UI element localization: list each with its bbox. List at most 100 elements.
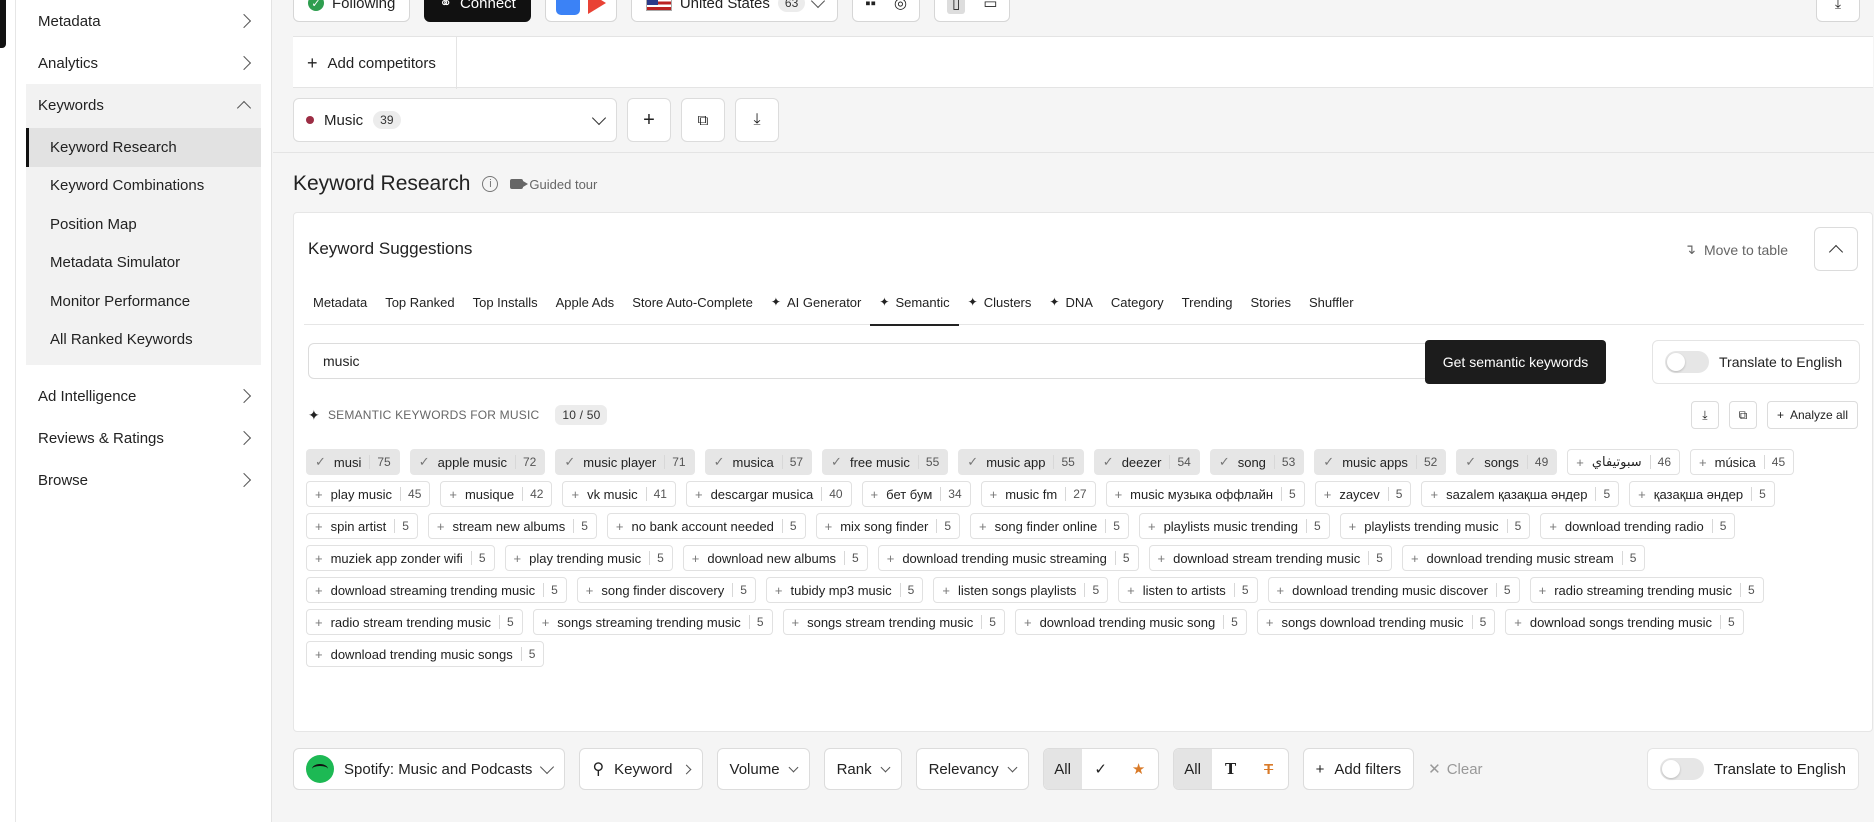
sidebar-group-ad-intelligence[interactable]: Ad Intelligence xyxy=(16,375,271,417)
following-button[interactable]: ✓ Following xyxy=(293,0,411,22)
keyword-chip[interactable]: + play music 45 xyxy=(306,481,431,507)
keyword-chip[interactable]: ✓ music app 55 xyxy=(958,449,1084,475)
search-input[interactable] xyxy=(308,343,1426,379)
sidebar-item-all-ranked-keywords[interactable]: All Ranked Keywords xyxy=(26,321,261,360)
tab-top-ranked[interactable]: Top Ranked xyxy=(376,279,463,325)
sidebar-item-keyword-combinations[interactable]: Keyword Combinations xyxy=(26,167,261,206)
info-icon[interactable]: i xyxy=(482,176,499,192)
store-toggle[interactable] xyxy=(544,0,617,22)
keyword-chip[interactable]: + songs stream trending music 5 xyxy=(782,609,1005,635)
sidebar-group-analytics[interactable]: Analytics xyxy=(16,42,271,84)
keyword-chip[interactable]: + muziek app zonder wifi 5 xyxy=(306,545,495,571)
view-toggle[interactable]: ▪▪ ◎ xyxy=(852,0,920,22)
copy-list-button[interactable]: ⧉ xyxy=(681,98,725,142)
keyword-chip[interactable]: + download trending radio 5 xyxy=(1540,513,1736,539)
get-semantic-keywords-button[interactable]: Get semantic keywords xyxy=(1425,340,1606,384)
tab-dna[interactable]: ✦ DNA xyxy=(1040,279,1102,325)
tab-ai-generator[interactable]: ✦ AI Generator xyxy=(762,279,871,325)
keyword-chip[interactable]: + spin artist 5 xyxy=(306,513,418,539)
keyword-chip[interactable]: ✓ deezer 54 xyxy=(1093,449,1200,475)
device-toggle[interactable]: ▯ ▭ xyxy=(933,0,1011,22)
translate-toggle-box-bottom[interactable]: Translate to English xyxy=(1646,748,1859,790)
keyword-chip[interactable]: ✓ apple music 72 xyxy=(409,449,546,475)
sidebar-item-keyword-research[interactable]: Keyword Research xyxy=(26,128,261,167)
keyword-filter[interactable]: ⚲ Keyword xyxy=(579,748,703,790)
all-status-option[interactable]: All xyxy=(1043,749,1082,789)
tab-top-installs[interactable]: Top Installs xyxy=(464,279,547,325)
download-top-button[interactable]: ⤓ xyxy=(1816,0,1860,22)
keyword-chip[interactable]: ✓ musi 75 xyxy=(306,449,400,475)
keyword-chip[interactable]: ✓ free music 55 xyxy=(822,449,949,475)
translate-toggle[interactable] xyxy=(1659,758,1704,780)
tab-shuffler[interactable]: Shuffler xyxy=(1300,279,1363,325)
copy-semantic-button[interactable]: ⧉ xyxy=(1728,401,1757,429)
keyword-chip[interactable]: ✓ song 53 xyxy=(1209,449,1305,475)
keyword-chip[interactable]: + stream new albums 5 xyxy=(427,513,597,539)
keyword-chip[interactable]: + zaycev 5 xyxy=(1314,481,1412,507)
download-list-button[interactable]: ⤓ xyxy=(735,98,779,142)
clear-button[interactable]: ✕ Clear xyxy=(1428,760,1482,779)
keyword-chip[interactable]: + musique 42 xyxy=(440,481,553,507)
keyword-chip[interactable]: + radio stream trending music 5 xyxy=(306,609,523,635)
tab-clusters[interactable]: ✦ Clusters xyxy=(959,279,1041,325)
keyword-chip[interactable]: + descargar musica 40 xyxy=(685,481,852,507)
tab-metadata[interactable]: Metadata xyxy=(304,279,376,325)
keyword-chip[interactable]: + music музыка оффлайн 5 xyxy=(1105,481,1305,507)
sidebar-group-reviews-ratings[interactable]: Reviews & Ratings xyxy=(16,417,271,459)
tab-store-auto-complete[interactable]: Store Auto-Complete xyxy=(623,279,762,325)
sidebar-group-browse[interactable]: Browse xyxy=(16,459,271,501)
keyword-chip[interactable]: + song finder discovery 5 xyxy=(576,577,756,603)
keyword-chip[interactable]: + download trending music discover 5 xyxy=(1267,577,1520,603)
keyword-chip[interactable]: + tubidy mp3 music 5 xyxy=(765,577,924,603)
keyword-chip[interactable]: ✓ music player 71 xyxy=(555,449,695,475)
star-icon[interactable]: ★ xyxy=(1120,749,1158,789)
tab-semantic[interactable]: ✦ Semantic xyxy=(870,279,959,326)
sidebar-group-metadata[interactable]: Metadata xyxy=(16,0,271,42)
keyword-chip[interactable]: ✓ songs 49 xyxy=(1456,449,1558,475)
rank-filter[interactable]: Rank xyxy=(823,748,902,790)
keyword-chip[interactable]: + sazalem қазақша әндер 5 xyxy=(1421,481,1620,507)
keyword-chip[interactable]: ✓ music apps 52 xyxy=(1314,449,1447,475)
country-select[interactable]: United States 63 xyxy=(630,0,839,22)
keyword-chip[interactable]: + vk music 41 xyxy=(562,481,676,507)
sidebar-item-position-map[interactable]: Position Map xyxy=(26,205,261,244)
keyword-chip[interactable]: + download trending music song 5 xyxy=(1014,609,1247,635)
check-icon[interactable]: ✓ xyxy=(1082,749,1120,789)
keyword-chip[interactable]: + songs streaming trending music 5 xyxy=(532,609,773,635)
keyword-chip[interactable]: + radio streaming trending music 5 xyxy=(1529,577,1764,603)
text-icon[interactable]: T xyxy=(1212,749,1250,789)
keyword-chip[interactable]: + playlists trending music 5 xyxy=(1339,513,1531,539)
add-competitors-button[interactable]: + Add competitors xyxy=(293,37,457,89)
keyword-chip[interactable]: + қазақша әндер 5 xyxy=(1629,481,1775,507)
keyword-chip[interactable]: + download trending music songs 5 xyxy=(306,641,545,667)
keyword-chip[interactable]: + download trending music streaming 5 xyxy=(877,545,1139,571)
keyword-chip[interactable]: + music fm 27 xyxy=(980,481,1096,507)
keyword-chip[interactable]: + música 45 xyxy=(1690,449,1795,475)
keyword-chip[interactable]: + song finder online 5 xyxy=(970,513,1129,539)
keyword-chip[interactable]: + download streaming trending music 5 xyxy=(306,577,567,603)
keyword-chip[interactable]: + no bank account needed 5 xyxy=(606,513,806,539)
tab-category[interactable]: Category xyxy=(1102,279,1173,325)
keyword-chip[interactable]: + سبوتيفاي 46 xyxy=(1567,449,1681,475)
tab-trending[interactable]: Trending xyxy=(1173,279,1242,325)
app-select[interactable]: Spotify: Music and Podcasts xyxy=(293,748,566,790)
keyword-list-select[interactable]: Music 39 xyxy=(293,98,617,142)
keyword-chip[interactable]: + download songs trending music 5 xyxy=(1505,609,1744,635)
keyword-chip[interactable]: + download trending music stream 5 xyxy=(1401,545,1646,571)
text-off-icon[interactable]: T xyxy=(1250,749,1288,789)
keyword-chip[interactable]: + download new albums 5 xyxy=(682,545,868,571)
keyword-chip[interactable]: + play trending music 5 xyxy=(504,545,673,571)
volume-filter[interactable]: Volume xyxy=(716,748,810,790)
keyword-chip[interactable]: + mix song finder 5 xyxy=(815,513,961,539)
keyword-chip[interactable]: + listen to artists 5 xyxy=(1118,577,1258,603)
add-list-button[interactable]: + xyxy=(627,98,671,142)
keyword-chip[interactable]: ✓ musica 57 xyxy=(704,449,813,475)
guided-tour-link[interactable]: Guided tour xyxy=(510,177,597,192)
tab-apple-ads[interactable]: Apple Ads xyxy=(547,279,624,325)
analyze-all-button[interactable]: + Analyze all xyxy=(1766,401,1858,429)
translate-toggle[interactable] xyxy=(1665,351,1709,373)
keyword-chip[interactable]: + playlists music trending 5 xyxy=(1138,513,1330,539)
sidebar-item-metadata-simulator[interactable]: Metadata Simulator xyxy=(26,244,261,283)
move-to-table-button[interactable]: ↴ Move to table xyxy=(1684,241,1788,258)
all-text-option[interactable]: All xyxy=(1173,749,1212,789)
